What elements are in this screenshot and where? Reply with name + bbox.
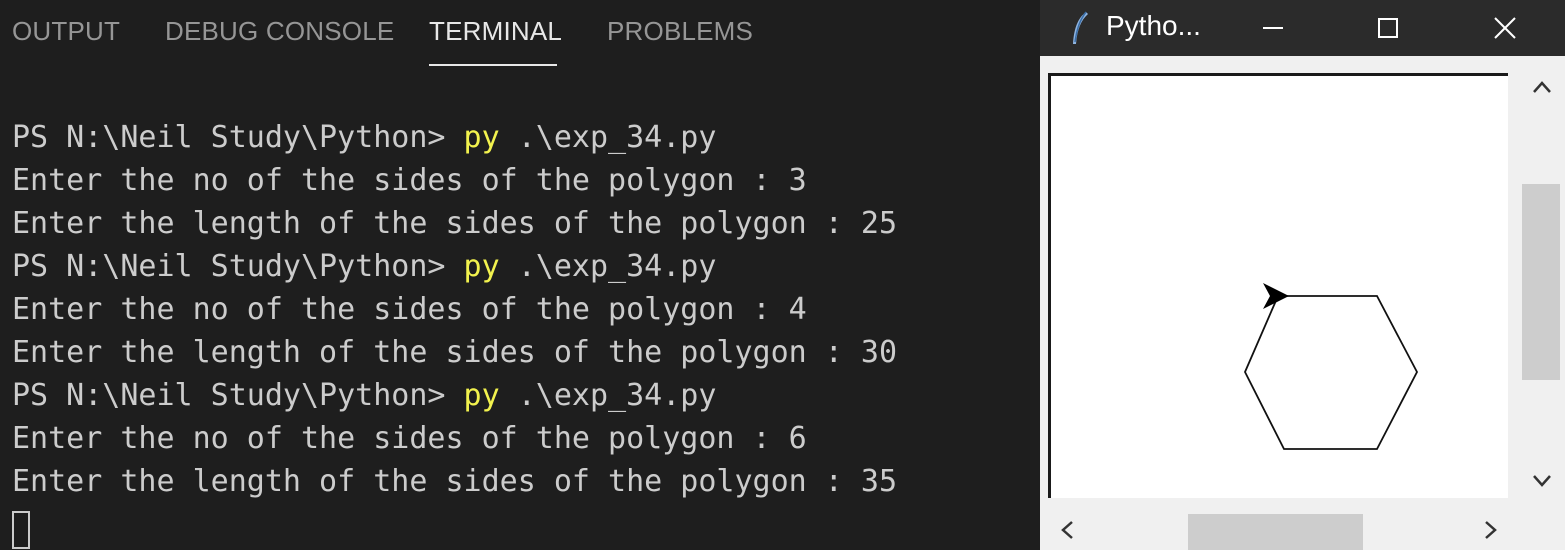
terminal-output[interactable]: PS N:\Neil Study\Python> py .\exp_34.py … [12,116,1032,549]
terminal-command: py [463,378,500,413]
horizontal-scroll-thumb[interactable] [1188,514,1363,550]
vscode-panel: OUTPUT DEBUG CONSOLE TERMINAL PROBLEMS P… [0,0,1040,550]
scroll-up-icon[interactable] [1532,80,1552,94]
tab-debug-console[interactable]: DEBUG CONSOLE [165,16,394,47]
minimize-button[interactable] [1245,0,1301,56]
terminal-args: .\exp_34.py [499,378,717,413]
tab-problems[interactable]: PROBLEMS [607,16,753,47]
terminal-args: .\exp_34.py [499,120,717,155]
close-button[interactable] [1477,0,1533,56]
terminal-prompt: PS N:\Neil Study\Python> [12,249,464,284]
panel-tabs: OUTPUT DEBUG CONSOLE TERMINAL PROBLEMS [0,0,1040,70]
terminal-command: py [463,249,500,284]
arrow-cursor-icon [1263,283,1289,309]
horizontal-scrollbar[interactable] [1048,510,1513,550]
terminal-line: Enter the length of the sides of the pol… [12,464,898,499]
window-titlebar[interactable]: Pytho... [1040,0,1565,56]
terminal-cursor[interactable] [12,511,30,549]
terminal-command: py [463,120,500,155]
terminal-line: Enter the length of the sides of the pol… [12,335,898,370]
hexagon-shape [1244,295,1419,450]
tab-output[interactable]: OUTPUT [12,16,120,47]
terminal-line: Enter the length of the sides of the pol… [12,206,898,241]
turtle-canvas[interactable] [1048,73,1508,498]
terminal-args: .\exp_34.py [499,249,717,284]
terminal-line: Enter the no of the sides of the polygon… [12,163,807,198]
terminal-line: PS N:\Neil Study\Python> py .\exp_34.py [12,245,1032,288]
terminal-line: PS N:\Neil Study\Python> py .\exp_34.py [12,116,1032,159]
terminal-prompt: PS N:\Neil Study\Python> [12,378,464,413]
tab-terminal[interactable]: TERMINAL [429,16,562,47]
turtle-window: Pytho... [1040,0,1565,550]
python-feather-icon [1073,11,1088,44]
close-icon [1494,17,1516,39]
scroll-down-icon[interactable] [1532,474,1552,488]
maximize-button[interactable] [1360,0,1416,56]
scroll-right-icon[interactable] [1484,520,1498,540]
terminal-line: Enter the no of the sides of the polygon… [12,292,807,327]
drawing-surface [1244,283,1419,450]
vertical-scrollbar[interactable] [1520,66,1565,510]
terminal-line: PS N:\Neil Study\Python> py .\exp_34.py [12,374,1032,417]
scroll-left-icon[interactable] [1060,520,1074,540]
active-tab-indicator [429,64,557,66]
minimize-icon [1263,27,1283,29]
window-title: Pytho... [1106,10,1201,41]
terminal-line: Enter the no of the sides of the polygon… [12,421,807,456]
vertical-scroll-thumb[interactable] [1522,184,1560,380]
terminal-prompt: PS N:\Neil Study\Python> [12,120,464,155]
maximize-icon [1378,18,1398,38]
